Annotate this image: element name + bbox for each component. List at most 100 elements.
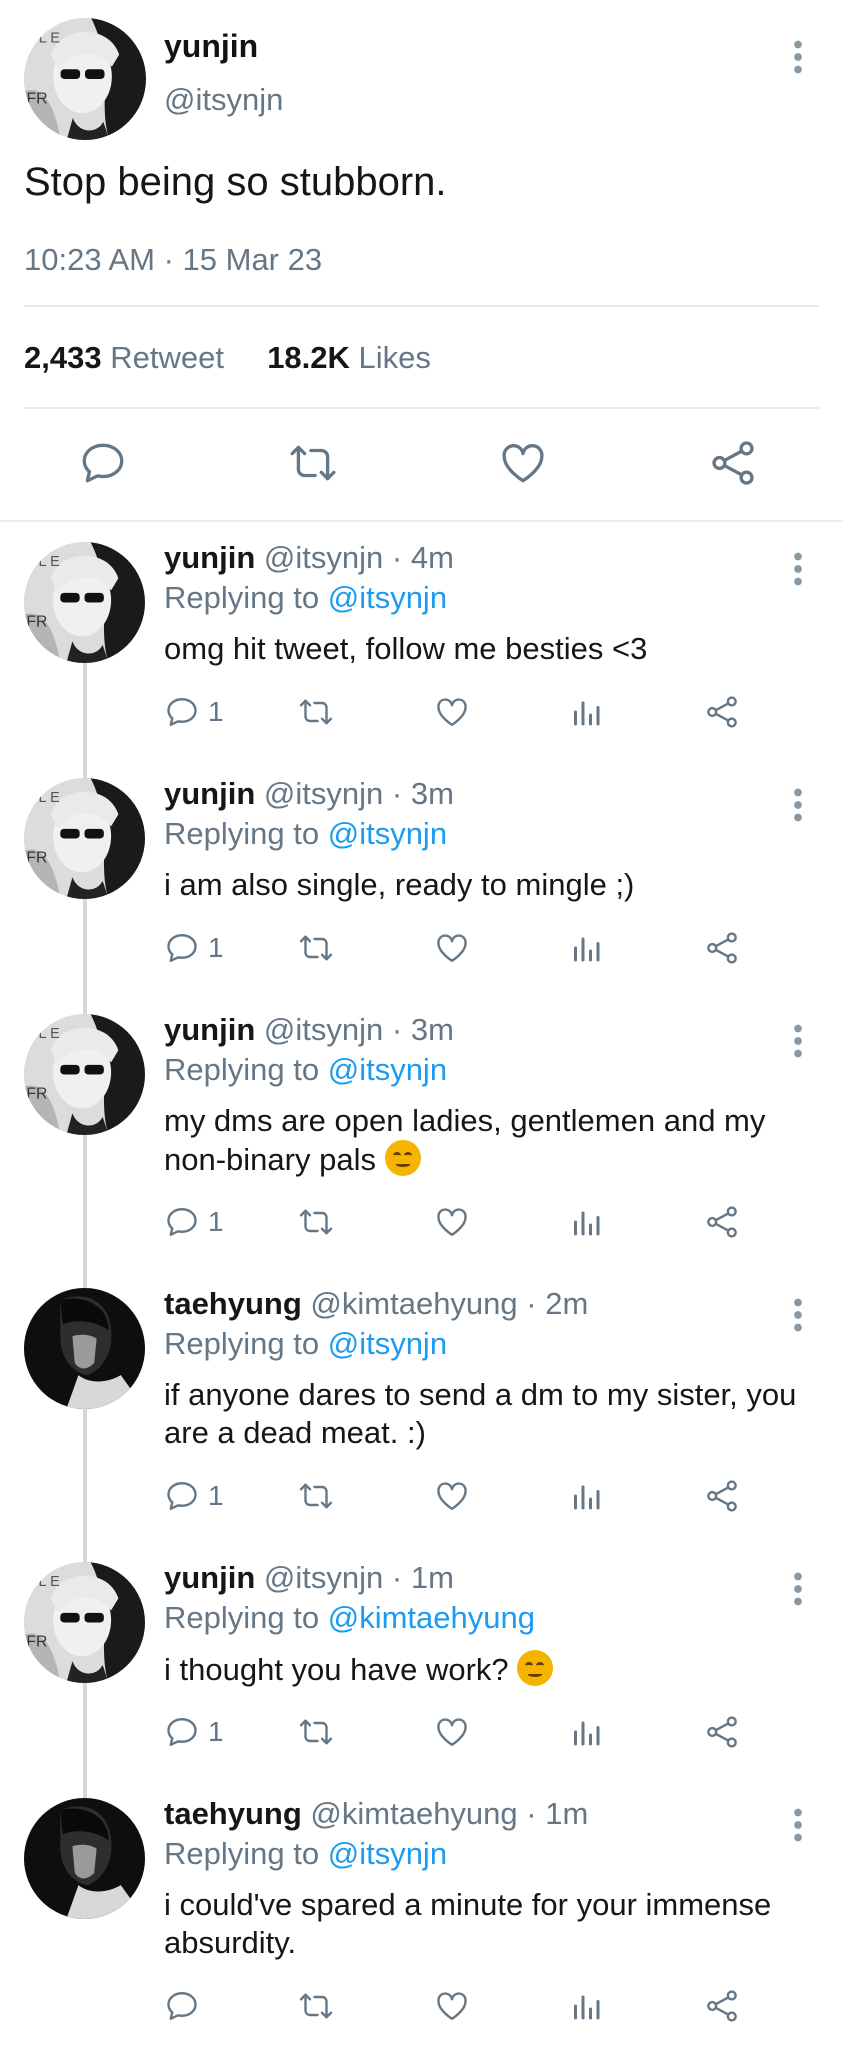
share-icon[interactable] bbox=[704, 694, 740, 730]
avatar[interactable] bbox=[24, 1798, 145, 1919]
share-button[interactable] bbox=[704, 692, 740, 732]
like-icon[interactable] bbox=[434, 694, 470, 730]
analytics-button[interactable] bbox=[568, 1712, 604, 1752]
more-options-icon[interactable] bbox=[793, 1572, 803, 1606]
reply-button[interactable] bbox=[164, 1986, 208, 2026]
analytics-button[interactable] bbox=[568, 1476, 604, 1516]
reply-time[interactable]: 4m bbox=[411, 540, 454, 575]
like-button[interactable] bbox=[434, 1202, 470, 1242]
reply-time[interactable]: 3m bbox=[411, 776, 454, 811]
like-icon[interactable] bbox=[434, 1988, 470, 2024]
retweet-button[interactable] bbox=[298, 692, 334, 732]
replying-to-link[interactable]: @itsynjn bbox=[328, 1326, 447, 1361]
share-icon[interactable] bbox=[704, 1204, 740, 1240]
avatar[interactable] bbox=[24, 1288, 145, 1409]
reply-time[interactable]: 1m bbox=[545, 1796, 588, 1831]
reply-button[interactable]: 1 bbox=[164, 928, 224, 968]
share-button[interactable] bbox=[704, 1986, 740, 2026]
reply-author-handle[interactable]: @kimtaehyung bbox=[310, 1796, 517, 1831]
retweet-button[interactable] bbox=[298, 1202, 334, 1242]
retweet-count[interactable]: 2,433 bbox=[24, 340, 102, 375]
reply-icon[interactable] bbox=[164, 1714, 200, 1750]
reply-tweet[interactable]: taehyung @kimtaehyung · 1m Replying to @… bbox=[0, 1788, 843, 2048]
more-options-icon[interactable] bbox=[793, 1808, 803, 1842]
share-button[interactable] bbox=[704, 1476, 740, 1516]
reply-icon[interactable] bbox=[164, 930, 200, 966]
analytics-icon[interactable] bbox=[568, 1478, 604, 1514]
like-button[interactable] bbox=[434, 1712, 470, 1752]
reply-author-handle[interactable]: @itsynjn bbox=[264, 1012, 383, 1047]
replying-to-link[interactable]: @kimtaehyung bbox=[328, 1600, 535, 1635]
reply-button[interactable]: 1 bbox=[164, 692, 224, 732]
retweet-icon[interactable] bbox=[298, 1478, 334, 1514]
like-button[interactable] bbox=[434, 1476, 470, 1516]
avatar[interactable] bbox=[24, 18, 146, 140]
reply-icon[interactable] bbox=[164, 1478, 200, 1514]
like-icon[interactable] bbox=[434, 930, 470, 966]
share-icon[interactable] bbox=[708, 438, 758, 488]
reply-author-handle[interactable]: @kimtaehyung bbox=[310, 1286, 517, 1321]
reply-author-name[interactable]: yunjin bbox=[164, 1012, 255, 1047]
retweet-label[interactable]: Retweet bbox=[110, 340, 224, 375]
reply-author-name[interactable]: yunjin bbox=[164, 540, 255, 575]
more-options-icon[interactable] bbox=[793, 40, 803, 74]
more-options-icon[interactable] bbox=[793, 1024, 803, 1058]
reply-author-name[interactable]: yunjin bbox=[164, 776, 255, 811]
like-count[interactable]: 18.2K bbox=[267, 340, 350, 375]
analytics-icon[interactable] bbox=[568, 1204, 604, 1240]
retweet-button[interactable] bbox=[298, 928, 334, 968]
more-options-icon[interactable] bbox=[793, 1298, 803, 1332]
reply-time[interactable]: 2m bbox=[545, 1286, 588, 1321]
reply-button[interactable]: 1 bbox=[164, 1476, 224, 1516]
reply-icon[interactable] bbox=[164, 1204, 200, 1240]
share-icon[interactable] bbox=[704, 930, 740, 966]
tweet-timestamp[interactable]: 10:23 AM · 15 Mar 23 bbox=[24, 242, 322, 278]
reply-time[interactable]: 3m bbox=[411, 1012, 454, 1047]
reply-time[interactable]: 1m bbox=[411, 1560, 454, 1595]
reply-author-name[interactable]: taehyung bbox=[164, 1286, 302, 1321]
reply-tweet[interactable]: taehyung @kimtaehyung · 2m Replying to @… bbox=[0, 1278, 843, 1542]
reply-icon[interactable] bbox=[78, 438, 128, 488]
author-name[interactable]: yunjin bbox=[164, 28, 258, 65]
reply-tweet[interactable]: yunjin @itsynjn · 4m Replying to @itsynj… bbox=[0, 532, 843, 758]
retweet-icon[interactable] bbox=[298, 930, 334, 966]
analytics-icon[interactable] bbox=[568, 930, 604, 966]
replying-to-link[interactable]: @itsynjn bbox=[328, 816, 447, 851]
retweet-button[interactable] bbox=[298, 1712, 334, 1752]
reply-icon[interactable] bbox=[164, 1988, 200, 2024]
analytics-button[interactable] bbox=[568, 928, 604, 968]
share-button[interactable] bbox=[704, 1712, 740, 1752]
share-button[interactable] bbox=[704, 928, 740, 968]
share-button[interactable] bbox=[704, 1202, 740, 1242]
share-icon[interactable] bbox=[704, 1714, 740, 1750]
like-button[interactable] bbox=[434, 928, 470, 968]
reply-author-handle[interactable]: @itsynjn bbox=[264, 1560, 383, 1595]
avatar[interactable] bbox=[24, 542, 145, 663]
replying-to-link[interactable]: @itsynjn bbox=[328, 1836, 447, 1871]
analytics-icon[interactable] bbox=[568, 1714, 604, 1750]
retweet-icon[interactable] bbox=[298, 1988, 334, 2024]
analytics-button[interactable] bbox=[568, 692, 604, 732]
analytics-icon[interactable] bbox=[568, 1988, 604, 2024]
like-icon[interactable] bbox=[434, 1204, 470, 1240]
retweet-button[interactable] bbox=[298, 1986, 334, 2026]
retweet-icon[interactable] bbox=[298, 1714, 334, 1750]
more-options-icon[interactable] bbox=[793, 552, 803, 586]
avatar[interactable] bbox=[24, 1562, 145, 1683]
like-icon[interactable] bbox=[434, 1714, 470, 1750]
like-label[interactable]: Likes bbox=[359, 340, 431, 375]
analytics-button[interactable] bbox=[568, 1202, 604, 1242]
reply-tweet[interactable]: yunjin @itsynjn · 3m Replying to @itsynj… bbox=[0, 768, 843, 994]
retweet-icon[interactable] bbox=[288, 438, 338, 488]
like-icon[interactable] bbox=[434, 1478, 470, 1514]
reply-author-name[interactable]: yunjin bbox=[164, 1560, 255, 1595]
like-button[interactable] bbox=[434, 692, 470, 732]
reply-icon[interactable] bbox=[164, 694, 200, 730]
more-options-icon[interactable] bbox=[793, 788, 803, 822]
reply-tweet[interactable]: yunjin @itsynjn · 3m Replying to @itsynj… bbox=[0, 1004, 843, 1268]
author-handle[interactable]: @itsynjn bbox=[164, 82, 283, 118]
analytics-button[interactable] bbox=[568, 1986, 604, 2026]
reply-button[interactable]: 1 bbox=[164, 1712, 224, 1752]
replying-to-link[interactable]: @itsynjn bbox=[328, 1052, 447, 1087]
reply-tweet[interactable]: yunjin @itsynjn · 1m Replying to @kimtae… bbox=[0, 1552, 843, 1778]
